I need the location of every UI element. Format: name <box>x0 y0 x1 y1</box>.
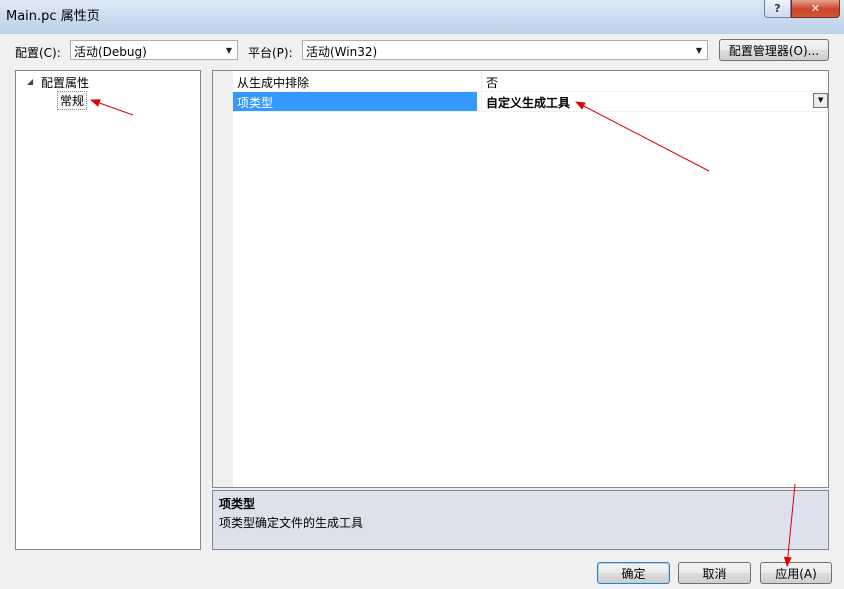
tree-expander-icon[interactable]: ◢ <box>27 77 33 86</box>
config-dropdown[interactable]: 活动(Debug) ▼ <box>70 40 238 60</box>
grid-gutter <box>213 71 233 487</box>
property-row-exclude-from-build[interactable]: 从生成中排除 否 <box>233 72 828 92</box>
window-title: Main.pc 属性页 <box>6 9 100 24</box>
platform-dropdown[interactable]: 活动(Win32) ▼ <box>302 40 708 60</box>
tree-item-config-properties[interactable]: 配置属性 <box>41 74 89 91</box>
close-icon: ✕ <box>810 2 821 15</box>
close-button[interactable]: ✕ <box>791 0 840 18</box>
description-panel: 项类型 项类型确定文件的生成工具 <box>212 490 829 550</box>
help-button[interactable]: ? <box>764 0 791 18</box>
property-row-item-type[interactable]: 项类型 自定义生成工具 ▼ <box>233 92 828 112</box>
apply-button[interactable]: 应用(A) <box>760 562 832 584</box>
property-dropdown-button[interactable]: ▼ <box>813 93 828 108</box>
description-text: 项类型确定文件的生成工具 <box>219 516 364 530</box>
tree-item-general[interactable]: 常规 <box>57 91 88 110</box>
chevron-down-icon: ▼ <box>695 45 703 55</box>
config-dropdown-value: 活动(Debug) <box>74 45 147 59</box>
property-value-cell[interactable]: 否 <box>481 72 829 91</box>
config-manager-button[interactable]: 配置管理器(O)... <box>719 39 829 61</box>
property-value: 自定义生成工具 <box>486 96 571 110</box>
property-tree[interactable]: ◢ 配置属性 常规 <box>15 70 201 550</box>
help-icon: ? <box>774 2 781 15</box>
platform-dropdown-value: 活动(Win32) <box>306 45 378 59</box>
property-value-cell[interactable]: 自定义生成工具 ▼ <box>481 92 829 111</box>
title-bar: Main.pc 属性页 ? ✕ <box>0 0 844 34</box>
cancel-button[interactable]: 取消 <box>678 562 751 584</box>
config-label: 配置(C): <box>15 46 61 60</box>
description-title: 项类型 <box>219 497 256 511</box>
property-grid[interactable]: 从生成中排除 否 项类型 自定义生成工具 ▼ <box>212 70 829 488</box>
property-name: 从生成中排除 <box>237 76 310 90</box>
chevron-down-icon: ▼ <box>818 96 824 104</box>
property-value: 否 <box>486 76 499 90</box>
ok-button[interactable]: 确定 <box>597 562 670 584</box>
platform-label: 平台(P): <box>248 46 293 60</box>
property-name: 项类型 <box>237 96 274 110</box>
chevron-down-icon: ▼ <box>225 45 233 55</box>
